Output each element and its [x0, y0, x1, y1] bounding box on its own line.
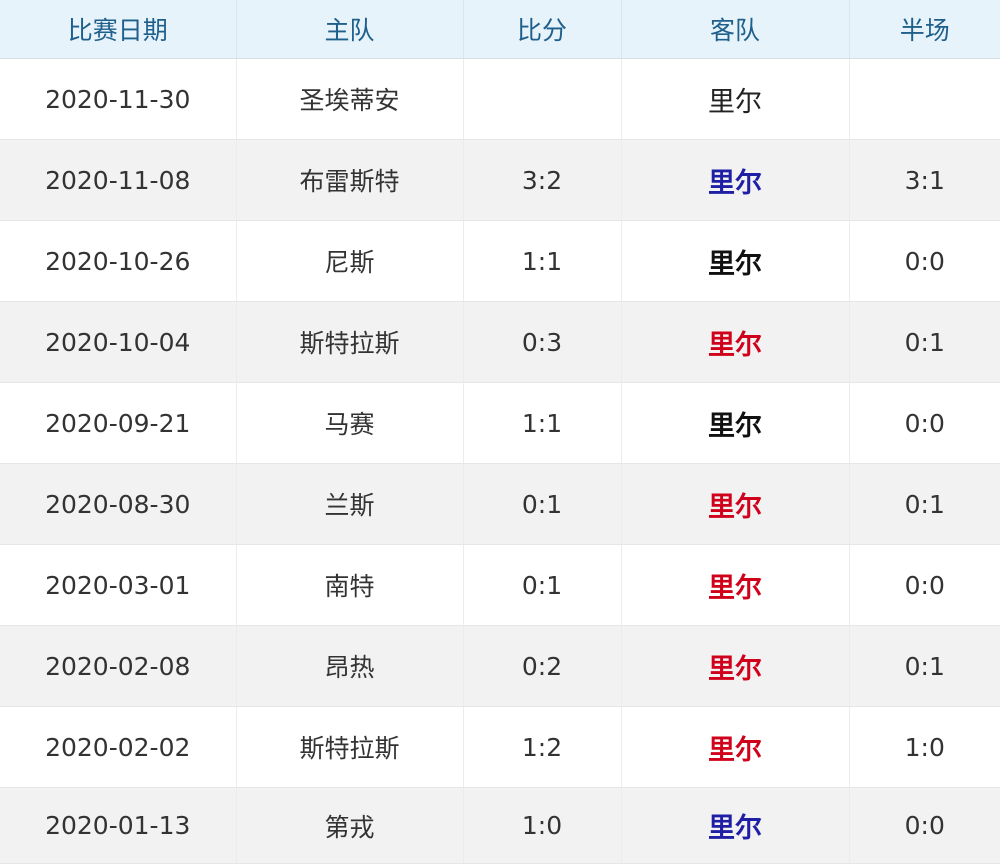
header-away-team[interactable]: 客队	[621, 0, 850, 59]
table-header: 比赛日期 主队 比分 客队 半场	[0, 0, 1000, 59]
cell-score: 0:2	[463, 625, 622, 707]
cell-date: 2020-02-02	[0, 706, 237, 788]
cell-date: 2020-10-04	[0, 301, 237, 383]
cell-date: 2020-02-08	[0, 625, 237, 707]
cell-home-team: 斯特拉斯	[236, 301, 464, 383]
cell-score: 3:2	[463, 139, 622, 221]
header-home-team[interactable]: 主队	[236, 0, 464, 59]
cell-home-team: 兰斯	[236, 463, 464, 545]
table-body: 2020-11-30 圣埃蒂安 里尔 2020-11-08 布雷斯特 3:2 里…	[0, 58, 1000, 864]
cell-half-time: 1:0	[849, 706, 1000, 788]
match-results-table: 比赛日期 主队 比分 客队 半场 2020-11-30 圣埃蒂安 里尔 2020…	[0, 0, 1000, 864]
cell-away-team: 里尔	[621, 625, 850, 707]
cell-score: 1:1	[463, 382, 622, 464]
cell-home-team: 昂热	[236, 625, 464, 707]
cell-half-time: 0:1	[849, 463, 1000, 545]
cell-home-team: 南特	[236, 544, 464, 626]
cell-away-team: 里尔	[621, 382, 850, 464]
cell-away-team: 里尔	[621, 463, 850, 545]
table-row: 2020-02-08 昂热 0:2 里尔 0:1	[0, 625, 1000, 707]
cell-half-time: 0:0	[849, 544, 1000, 626]
cell-home-team: 斯特拉斯	[236, 706, 464, 788]
cell-half-time: 3:1	[849, 139, 1000, 221]
header-row: 比赛日期 主队 比分 客队 半场	[0, 0, 1000, 59]
cell-half-time	[849, 58, 1000, 140]
header-date[interactable]: 比赛日期	[0, 0, 237, 59]
cell-date: 2020-03-01	[0, 544, 237, 626]
cell-home-team: 圣埃蒂安	[236, 58, 464, 140]
cell-date: 2020-08-30	[0, 463, 237, 545]
cell-date: 2020-11-30	[0, 58, 237, 140]
cell-score: 0:1	[463, 544, 622, 626]
cell-score: 1:0	[463, 787, 622, 864]
cell-home-team: 布雷斯特	[236, 139, 464, 221]
cell-half-time: 0:0	[849, 220, 1000, 302]
cell-home-team: 马赛	[236, 382, 464, 464]
cell-date: 2020-11-08	[0, 139, 237, 221]
cell-away-team: 里尔	[621, 139, 850, 221]
table-row: 2020-02-02 斯特拉斯 1:2 里尔 1:0	[0, 706, 1000, 788]
cell-score: 1:2	[463, 706, 622, 788]
table-row: 2020-10-26 尼斯 1:1 里尔 0:0	[0, 220, 1000, 302]
cell-half-time: 0:0	[849, 382, 1000, 464]
cell-score: 0:1	[463, 463, 622, 545]
cell-away-team: 里尔	[621, 787, 850, 864]
cell-half-time: 0:1	[849, 625, 1000, 707]
cell-home-team: 尼斯	[236, 220, 464, 302]
table-row: 2020-01-13 第戎 1:0 里尔 0:0	[0, 787, 1000, 864]
cell-home-team: 第戎	[236, 787, 464, 864]
table-row: 2020-08-30 兰斯 0:1 里尔 0:1	[0, 463, 1000, 545]
cell-date: 2020-09-21	[0, 382, 237, 464]
header-half-time[interactable]: 半场	[849, 0, 1000, 59]
table-row: 2020-10-04 斯特拉斯 0:3 里尔 0:1	[0, 301, 1000, 383]
table-row: 2020-09-21 马赛 1:1 里尔 0:0	[0, 382, 1000, 464]
cell-half-time: 0:0	[849, 787, 1000, 864]
cell-away-team: 里尔	[621, 58, 850, 140]
cell-date: 2020-10-26	[0, 220, 237, 302]
cell-score: 0:3	[463, 301, 622, 383]
cell-date: 2020-01-13	[0, 787, 237, 864]
table-row: 2020-11-30 圣埃蒂安 里尔	[0, 58, 1000, 140]
cell-half-time: 0:1	[849, 301, 1000, 383]
cell-score: 1:1	[463, 220, 622, 302]
cell-score	[463, 58, 622, 140]
table-row: 2020-11-08 布雷斯特 3:2 里尔 3:1	[0, 139, 1000, 221]
header-score[interactable]: 比分	[463, 0, 622, 59]
cell-away-team: 里尔	[621, 706, 850, 788]
cell-away-team: 里尔	[621, 544, 850, 626]
table-row: 2020-03-01 南特 0:1 里尔 0:0	[0, 544, 1000, 626]
cell-away-team: 里尔	[621, 301, 850, 383]
cell-away-team: 里尔	[621, 220, 850, 302]
